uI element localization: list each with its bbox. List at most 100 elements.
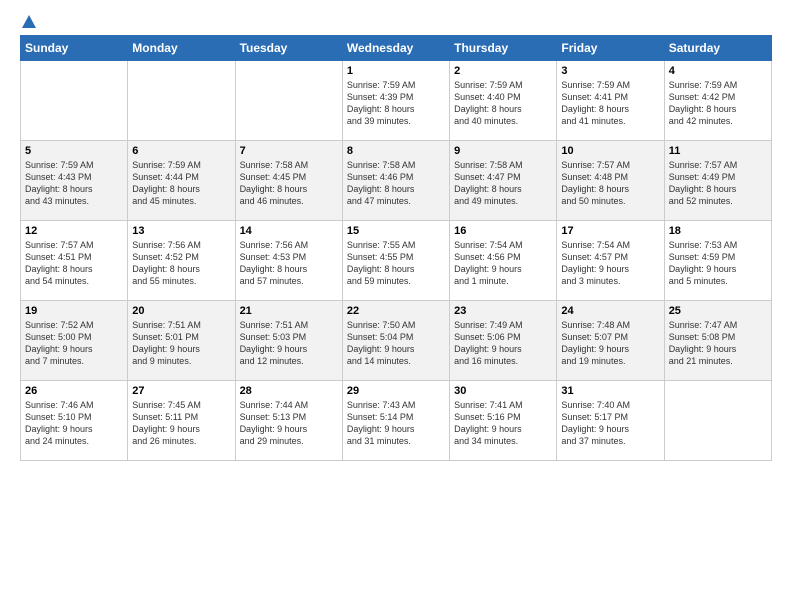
day-info: Sunrise: 7:59 AM Sunset: 4:43 PM Dayligh… [25,159,123,208]
day-number: 11 [669,145,767,157]
day-info: Sunrise: 7:55 AM Sunset: 4:55 PM Dayligh… [347,239,445,288]
day-number: 13 [132,225,230,237]
day-number: 4 [669,65,767,77]
header [20,16,772,25]
col-header-tuesday: Tuesday [235,36,342,61]
day-info: Sunrise: 7:49 AM Sunset: 5:06 PM Dayligh… [454,319,552,368]
day-cell [235,61,342,141]
day-cell: 4 Sunrise: 7:59 AM Sunset: 4:42 PM Daylig… [664,61,771,141]
day-cell: 26Sunrise: 7:46 AM Sunset: 5:10 PM Dayli… [21,381,128,461]
day-number: 21 [240,305,338,317]
day-cell: 1Sunrise: 7:59 AM Sunset: 4:39 PM Daylig… [342,61,449,141]
day-info: Sunrise: 7:47 AM Sunset: 5:08 PM Dayligh… [669,319,767,368]
day-cell: 20 Sunrise: 7:51 AM Sunset: 5:01 PM Dayli… [128,301,235,381]
col-header-thursday: Thursday [450,36,557,61]
col-header-saturday: Saturday [664,36,771,61]
day-info: Sunrise: 7:57 AM Sunset: 4:48 PM Dayligh… [561,159,659,208]
day-info: Sunrise: 7:54 AM Sunset: 4:56 PM Dayligh… [454,239,552,288]
day-number: 8 [347,145,445,157]
day-number: 18 [669,225,767,237]
day-number: 23 [454,305,552,317]
day-cell: 24Sunrise: 7:48 AM Sunset: 5:07 PM Dayli… [557,301,664,381]
day-info: Sunrise: 7:57 AM Sunset: 4:51 PM Dayligh… [25,239,123,288]
day-cell: 18 Sunrise: 7:53 AM Sunset: 4:59 PM Dayli… [664,221,771,301]
day-cell: 9Sunrise: 7:58 AM Sunset: 4:47 PM Daylig… [450,141,557,221]
day-info: Sunrise: 7:59 AM Sunset: 4:42 PM Dayligh… [669,79,767,128]
day-cell: 13 Sunrise: 7:56 AM Sunset: 4:52 PM Dayli… [128,221,235,301]
logo-triangle-icon [22,15,36,28]
day-info: Sunrise: 7:57 AM Sunset: 4:49 PM Dayligh… [669,159,767,208]
day-number: 29 [347,385,445,397]
day-cell: 17 Sunrise: 7:54 AM Sunset: 4:57 PM Dayli… [557,221,664,301]
day-number: 25 [669,305,767,317]
day-cell: 2 Sunrise: 7:59 AM Sunset: 4:40 PM Daylig… [450,61,557,141]
day-number: 26 [25,385,123,397]
day-info: Sunrise: 7:59 AM Sunset: 4:39 PM Dayligh… [347,79,445,128]
week-row-4: 19 Sunrise: 7:52 AM Sunset: 5:00 PM Dayli… [21,301,772,381]
day-cell: 11 Sunrise: 7:57 AM Sunset: 4:49 PM Dayli… [664,141,771,221]
day-info: Sunrise: 7:54 AM Sunset: 4:57 PM Dayligh… [561,239,659,288]
day-cell: 27 Sunrise: 7:45 AM Sunset: 5:11 PM Dayli… [128,381,235,461]
day-cell: 15 Sunrise: 7:55 AM Sunset: 4:55 PM Dayli… [342,221,449,301]
day-number: 15 [347,225,445,237]
day-number: 20 [132,305,230,317]
day-number: 24 [561,305,659,317]
week-row-5: 26Sunrise: 7:46 AM Sunset: 5:10 PM Dayli… [21,381,772,461]
day-info: Sunrise: 7:59 AM Sunset: 4:40 PM Dayligh… [454,79,552,128]
day-info: Sunrise: 7:56 AM Sunset: 4:52 PM Dayligh… [132,239,230,288]
day-number: 2 [454,65,552,77]
day-info: Sunrise: 7:44 AM Sunset: 5:13 PM Dayligh… [240,399,338,448]
day-info: Sunrise: 7:59 AM Sunset: 4:41 PM Dayligh… [561,79,659,128]
col-header-sunday: Sunday [21,36,128,61]
day-number: 6 [132,145,230,157]
day-number: 31 [561,385,659,397]
header-row: SundayMondayTuesdayWednesdayThursdayFrid… [21,36,772,61]
col-header-wednesday: Wednesday [342,36,449,61]
week-row-2: 5Sunrise: 7:59 AM Sunset: 4:43 PM Daylig… [21,141,772,221]
day-info: Sunrise: 7:51 AM Sunset: 5:03 PM Dayligh… [240,319,338,368]
day-cell [128,61,235,141]
day-cell: 12 Sunrise: 7:57 AM Sunset: 4:51 PM Dayli… [21,221,128,301]
day-info: Sunrise: 7:58 AM Sunset: 4:46 PM Dayligh… [347,159,445,208]
day-cell: 5Sunrise: 7:59 AM Sunset: 4:43 PM Daylig… [21,141,128,221]
day-cell: 6 Sunrise: 7:59 AM Sunset: 4:44 PM Daylig… [128,141,235,221]
day-info: Sunrise: 7:59 AM Sunset: 4:44 PM Dayligh… [132,159,230,208]
day-cell: 3 Sunrise: 7:59 AM Sunset: 4:41 PM Daylig… [557,61,664,141]
day-number: 16 [454,225,552,237]
day-number: 22 [347,305,445,317]
day-number: 7 [240,145,338,157]
day-cell: 14 Sunrise: 7:56 AM Sunset: 4:53 PM Dayli… [235,221,342,301]
day-info: Sunrise: 7:50 AM Sunset: 5:04 PM Dayligh… [347,319,445,368]
day-cell: 28 Sunrise: 7:44 AM Sunset: 5:13 PM Dayli… [235,381,342,461]
col-header-monday: Monday [128,36,235,61]
day-cell [664,381,771,461]
day-cell: 16 Sunrise: 7:54 AM Sunset: 4:56 PM Dayli… [450,221,557,301]
day-cell: 8 Sunrise: 7:58 AM Sunset: 4:46 PM Daylig… [342,141,449,221]
day-info: Sunrise: 7:45 AM Sunset: 5:11 PM Dayligh… [132,399,230,448]
day-number: 27 [132,385,230,397]
day-cell: 19 Sunrise: 7:52 AM Sunset: 5:00 PM Dayli… [21,301,128,381]
page: SundayMondayTuesdayWednesdayThursdayFrid… [0,0,792,471]
day-info: Sunrise: 7:40 AM Sunset: 5:17 PM Dayligh… [561,399,659,448]
day-number: 28 [240,385,338,397]
day-info: Sunrise: 7:51 AM Sunset: 5:01 PM Dayligh… [132,319,230,368]
day-info: Sunrise: 7:41 AM Sunset: 5:16 PM Dayligh… [454,399,552,448]
day-cell: 10Sunrise: 7:57 AM Sunset: 4:48 PM Dayli… [557,141,664,221]
day-cell: 25 Sunrise: 7:47 AM Sunset: 5:08 PM Dayli… [664,301,771,381]
day-cell: 30 Sunrise: 7:41 AM Sunset: 5:16 PM Dayli… [450,381,557,461]
day-number: 17 [561,225,659,237]
day-cell [21,61,128,141]
day-number: 12 [25,225,123,237]
day-number: 3 [561,65,659,77]
day-number: 14 [240,225,338,237]
day-number: 19 [25,305,123,317]
day-number: 9 [454,145,552,157]
day-cell: 23 Sunrise: 7:49 AM Sunset: 5:06 PM Dayli… [450,301,557,381]
day-number: 30 [454,385,552,397]
logo [20,16,36,25]
day-cell: 21 Sunrise: 7:51 AM Sunset: 5:03 PM Dayli… [235,301,342,381]
day-info: Sunrise: 7:52 AM Sunset: 5:00 PM Dayligh… [25,319,123,368]
day-cell: 22 Sunrise: 7:50 AM Sunset: 5:04 PM Dayli… [342,301,449,381]
day-info: Sunrise: 7:53 AM Sunset: 4:59 PM Dayligh… [669,239,767,288]
day-info: Sunrise: 7:56 AM Sunset: 4:53 PM Dayligh… [240,239,338,288]
